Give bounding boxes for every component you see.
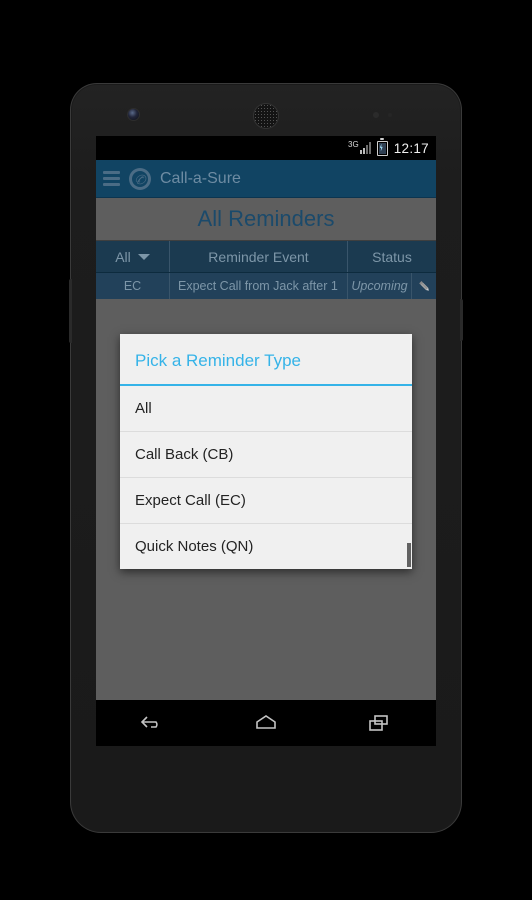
phone-device-frame: 3G 12:17 ✆ Call-a-Sure All Reminders All… — [69, 84, 463, 832]
row-type: EC — [96, 273, 170, 299]
battery-charging-icon — [376, 138, 388, 156]
column-header-status: Status — [372, 248, 412, 265]
signal-3g-icon — [359, 142, 372, 154]
row-status: Upcoming — [348, 273, 412, 299]
action-bar: ✆ Call-a-Sure — [96, 160, 436, 198]
status-bar: 3G 12:17 — [96, 136, 436, 160]
dialog-option-quick-notes[interactable]: Quick Notes (QN) — [120, 524, 412, 569]
column-header-event: Reminder Event — [170, 241, 348, 272]
front-camera — [128, 109, 139, 120]
reminder-type-dialog: Pick a Reminder Type All Call Back (CB) … — [120, 334, 412, 569]
dialog-option-call-back[interactable]: Call Back (CB) — [120, 432, 412, 478]
recent-apps-icon[interactable] — [356, 708, 402, 738]
earpiece-speaker — [254, 104, 278, 128]
app-title: Call-a-Sure — [160, 169, 241, 187]
hamburger-menu-icon[interactable] — [103, 171, 120, 186]
network-type-label: 3G — [348, 140, 359, 149]
power-button[interactable] — [460, 299, 463, 341]
volume-button[interactable] — [69, 279, 72, 343]
chevron-down-icon — [137, 253, 150, 260]
row-event: Expect Call from Jack after 1 — [170, 273, 348, 299]
status-bar-clock: 12:17 — [393, 140, 429, 156]
home-icon[interactable] — [243, 708, 289, 738]
dialog-scrollbar[interactable] — [407, 543, 411, 567]
reminder-type-filter-dropdown[interactable]: All — [96, 241, 170, 272]
proximity-sensor — [373, 112, 379, 118]
dialog-title: Pick a Reminder Type — [120, 334, 412, 386]
android-navigation-bar — [96, 700, 436, 746]
light-sensor — [388, 113, 392, 117]
dialog-option-all[interactable]: All — [120, 386, 412, 432]
row-edit-button[interactable] — [412, 273, 436, 299]
table-header-row: All Reminder Event Status — [96, 241, 436, 273]
call-a-sure-app-icon: ✆ — [129, 167, 151, 190]
pencil-edit-icon — [417, 279, 432, 294]
page-title: All Reminders — [197, 206, 335, 231]
table-row[interactable]: EC Expect Call from Jack after 1 Upcomin… — [96, 273, 436, 299]
filter-label: All — [115, 248, 131, 265]
dialog-option-expect-call[interactable]: Expect Call (EC) — [120, 478, 412, 524]
phone-screen: 3G 12:17 ✆ Call-a-Sure All Reminders All… — [96, 136, 436, 746]
back-icon[interactable] — [130, 708, 176, 738]
page-title-bar: All Reminders — [96, 198, 436, 241]
